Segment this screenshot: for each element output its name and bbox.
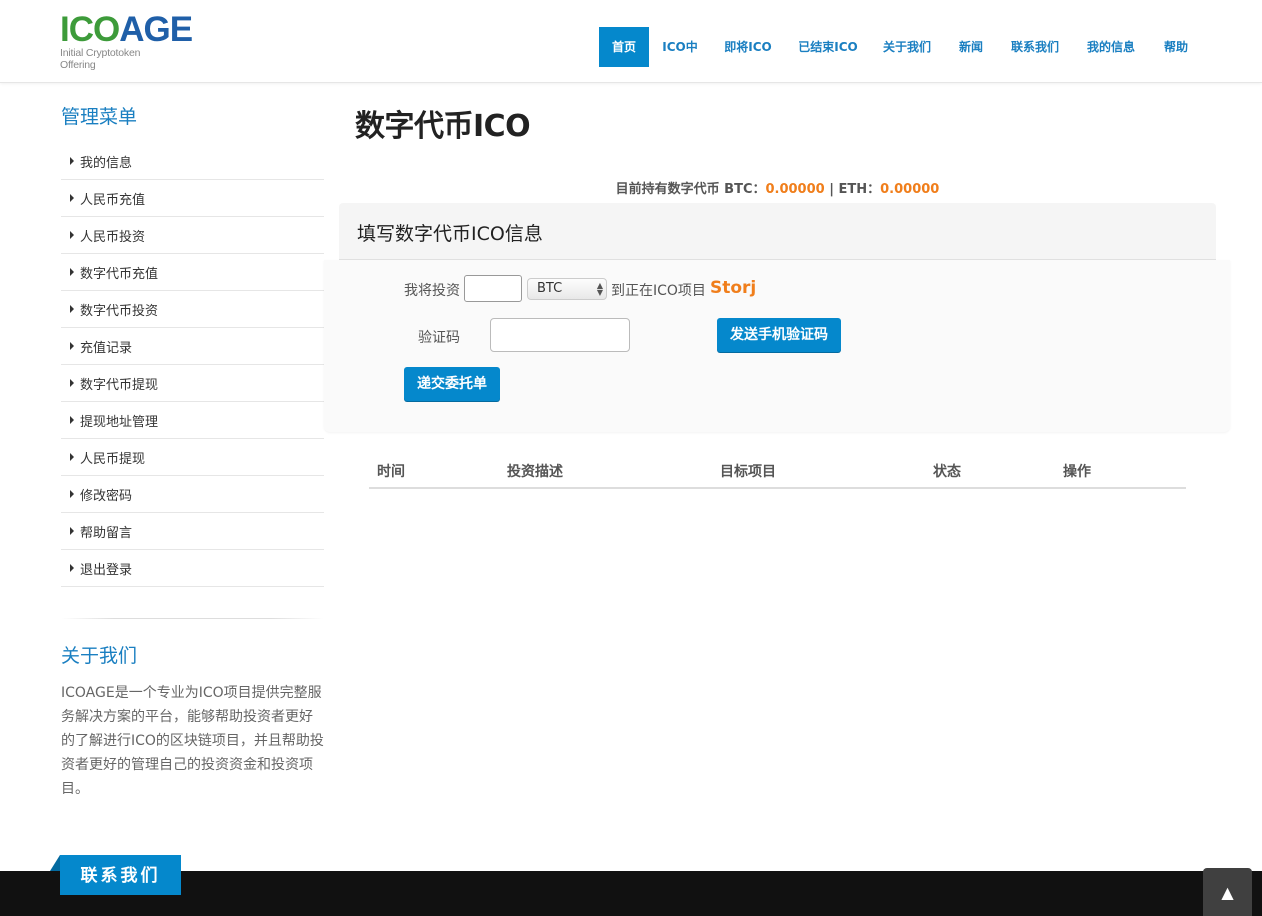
sidebar-item-label: 数字代币投资 (80, 303, 159, 319)
nav-item-ico-ended[interactable]: 已结束ICO (785, 27, 871, 67)
sidebar-item-rmb-invest[interactable]: 人民币投资 (61, 217, 324, 254)
footer-contact-tab: 联系我们 (60, 855, 181, 895)
logo[interactable]: ICOAGE Initial Cryptotoken Offering (60, 10, 193, 72)
sidebar-item-label: 提现地址管理 (80, 414, 159, 430)
logo-tagline: Initial Cryptotoken Offering (60, 47, 141, 71)
to-project-label: 到正在ICO项目 (611, 283, 706, 299)
sidebar-item-label: 我的信息 (80, 155, 133, 171)
caret-right-icon (70, 157, 74, 165)
eth-balance: 0.00000 (880, 182, 940, 197)
currency-select-value: BTC (537, 281, 563, 296)
sidebar-item-rmb-deposit[interactable]: 人民币充值 (61, 180, 324, 217)
page-title: 数字代币ICO (355, 109, 531, 144)
sidebar-item-label: 人民币投资 (80, 229, 146, 245)
caret-right-icon (70, 379, 74, 387)
sidebar-item-token-invest[interactable]: 数字代币投资 (61, 291, 324, 328)
nav-item-about[interactable]: 关于我们 (871, 27, 943, 67)
about-text: ICOAGE是一个专业为ICO项目提供完整服务解决方案的平台，能够帮助投资者更好… (61, 685, 324, 797)
main-nav: 首页 ICO中 即将ICO 已结束ICO 关于我们 新闻 联系我们 我的信息 帮… (599, 27, 1201, 67)
select-arrows-icon: ▲ ▼ (596, 281, 603, 297)
nav-item-contact[interactable]: 联系我们 (999, 27, 1071, 67)
caret-right-icon (70, 305, 74, 313)
sidebar-item-help-message[interactable]: 帮助留言 (61, 513, 324, 550)
sidebar-item-label: 充值记录 (80, 340, 133, 356)
nav-item-help[interactable]: 帮助 (1151, 27, 1201, 67)
invest-amount-input[interactable] (464, 275, 522, 302)
send-sms-code-button[interactable]: 发送手机验证码 (717, 318, 841, 352)
sidebar-item-label: 数字代币提现 (80, 377, 159, 393)
sidebar-divider (61, 618, 324, 619)
invest-label: 我将投资 (404, 283, 460, 299)
sidebar-item-label: 人民币提现 (80, 451, 146, 467)
panel-title: 填写数字代币ICO信息 (357, 223, 543, 245)
caret-right-icon (70, 231, 74, 239)
sidebar-item-logout[interactable]: 退出登录 (61, 550, 324, 587)
currency-select[interactable]: BTC ▲ ▼ (527, 278, 607, 300)
logo-wordmark: ICOAGE (60, 10, 193, 49)
nav-item-ico-upcoming[interactable]: 即将ICO (711, 27, 785, 67)
captcha-input[interactable] (490, 318, 630, 352)
site-header: ICOAGE Initial Cryptotoken Offering 首页 I… (0, 0, 1262, 83)
nav-item-ico-ongoing[interactable]: ICO中 (649, 27, 711, 67)
sidebar-item-token-deposit[interactable]: 数字代币充值 (61, 254, 324, 291)
column-header-time: 时间 (377, 464, 405, 480)
column-header-status: 状态 (933, 464, 961, 480)
column-header-target-project: 目标项目 (720, 464, 776, 480)
about-title: 关于我们 (61, 645, 138, 667)
ribbon-fold (50, 855, 60, 871)
sidebar-item-my-info[interactable]: 我的信息 (61, 143, 324, 180)
captcha-label: 验证码 (418, 330, 460, 346)
nav-item-news[interactable]: 新闻 (943, 27, 999, 67)
sidebar-menu: 我的信息 人民币充值 人民币投资 数字代币充值 数字代币投资 充值记录 数字代币… (61, 143, 324, 587)
sidebar-title: 管理菜单 (61, 106, 138, 128)
project-name: Storj (710, 278, 757, 298)
sidebar-item-label: 帮助留言 (80, 525, 133, 541)
nav-item-home[interactable]: 首页 (599, 27, 649, 67)
sidebar-item-rmb-withdraw[interactable]: 人民币提现 (61, 439, 324, 476)
caret-right-icon (70, 453, 74, 461)
ico-form-panel-header: 填写数字代币ICO信息 (339, 203, 1216, 260)
sidebar-item-label: 修改密码 (80, 488, 133, 504)
sidebar-item-label: 数字代币充值 (80, 266, 159, 282)
sidebar-item-withdraw-address[interactable]: 提现地址管理 (61, 402, 324, 439)
holdings-prefix: 目前持有数字代币 BTC： (615, 182, 766, 197)
submit-order-button[interactable]: 递交委托单 (404, 367, 500, 401)
caret-right-icon (70, 342, 74, 350)
orders-table-header: 时间 投资描述 目标项目 状态 操作 (369, 459, 1186, 489)
sidebar-item-label: 人民币充值 (80, 192, 146, 208)
column-header-actions: 操作 (1063, 464, 1091, 480)
site-footer (0, 871, 1262, 916)
caret-right-icon (70, 564, 74, 572)
sidebar-item-label: 退出登录 (80, 562, 133, 578)
sidebar-item-change-password[interactable]: 修改密码 (61, 476, 324, 513)
caret-right-icon (70, 490, 74, 498)
nav-item-my-info[interactable]: 我的信息 (1071, 27, 1151, 67)
caret-right-icon (70, 416, 74, 424)
caret-right-icon (70, 527, 74, 535)
column-header-description: 投资描述 (507, 464, 563, 480)
caret-right-icon (70, 194, 74, 202)
sidebar-item-deposit-records[interactable]: 充值记录 (61, 328, 324, 365)
sidebar-item-token-withdraw[interactable]: 数字代币提现 (61, 365, 324, 402)
holdings-separator: | ETH： (824, 182, 881, 197)
caret-right-icon (70, 268, 74, 276)
token-holdings: 目前持有数字代币 BTC：0.00000 | ETH：0.00000 (339, 178, 1216, 197)
btc-balance: 0.00000 (765, 182, 825, 197)
chevron-up-icon: ▲ (1221, 883, 1234, 902)
scroll-to-top-button[interactable]: ▲ (1203, 868, 1252, 916)
